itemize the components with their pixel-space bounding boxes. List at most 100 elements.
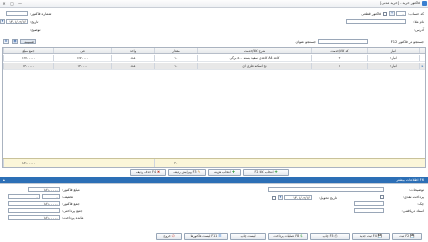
name-field[interactable] (346, 19, 406, 24)
discount-percent-value: ۰ (56, 195, 58, 199)
select-cost-label: انتخاب هزینه (214, 170, 231, 174)
cell-unit[interactable]: عدد (111, 55, 154, 61)
account-lookup-button[interactable]: + (389, 11, 395, 16)
address-field[interactable] (76, 27, 406, 32)
row-indicator (419, 55, 425, 61)
col-total[interactable]: جمع مبلغ (3, 48, 53, 53)
check-label: چک: (417, 202, 424, 206)
notes-field[interactable] (268, 187, 384, 192)
edit-row-button[interactable]: ✎F3 ویرایش ردیف (168, 169, 206, 176)
check-date-checkbox[interactable] (272, 195, 276, 200)
invoice-total-label: جمع فاکتور: (62, 202, 80, 206)
exit-label: خروج (163, 234, 171, 238)
search-input[interactable] (318, 39, 368, 44)
close-button[interactable]: ✕ (0, 1, 8, 6)
table-row-selected[interactable]: ▸ انبار۱ ۱ نخ اسکنه فلزی ای ۱۰ عدد ۱۴۰۰۰… (3, 63, 425, 70)
maximize-button[interactable]: ▢ (8, 1, 16, 6)
cell-item-code[interactable]: ۱ (311, 63, 367, 69)
col-item-desc[interactable]: شرح کالا/خدمت (197, 48, 311, 53)
invoice-amount-label: مبلغ فاکتور: (62, 188, 80, 192)
calendar-icon[interactable]: ▾ (0, 19, 5, 24)
add-item-button[interactable]: ✚انتخاب کالا F2 (243, 169, 289, 176)
row-indicator: ▸ (419, 63, 425, 69)
cell-warehouse[interactable]: انبار۱ (367, 63, 419, 69)
cell-quantity[interactable]: ۱۰ (154, 63, 197, 69)
print-list-label: لیست چاپ (240, 234, 256, 238)
cell-item-desc[interactable]: نخ اسکنه فلزی ای (197, 63, 311, 69)
invoice-number-label: شماره فاکتور: (30, 12, 52, 16)
save-icon: 💾 (410, 234, 415, 238)
date-field[interactable]: ۱۴۰۱/۰۲/۱۶ (6, 19, 28, 24)
money-icon: $ (300, 234, 303, 238)
invoice-list-label: F11 لیست فاکتورها (190, 234, 218, 238)
cell-total[interactable]: ۱۶۷۰۰۰۰۰ (3, 55, 53, 61)
description-field[interactable] (6, 27, 28, 32)
account-code-value: ۰ (402, 12, 404, 16)
discount-percent-field[interactable]: ۰ (42, 194, 60, 199)
app-icon (422, 1, 427, 6)
save-new-button[interactable]: 💾F4 ثبت جدید (352, 233, 390, 240)
check-date-value: ۱۴۰۱/۰۲/۱۶ (293, 196, 310, 200)
check-date-label: تاریخ تحویل: (318, 196, 337, 200)
cash-payment-checkbox[interactable] (380, 195, 384, 199)
excel-icon[interactable]: ▦ (12, 39, 18, 44)
check-amount-field[interactable] (354, 201, 384, 206)
plus-icon: ✚ (231, 170, 235, 174)
search-label: جستجو در فاکتور F12 (390, 40, 424, 44)
invoice-items-grid: انبار کد کالا/خدمت شرح کالا/خدمت مقدار و… (2, 47, 426, 168)
invoice-list-button[interactable]: ☰F11 لیست فاکتورها (184, 233, 228, 240)
remain-value: ۱۸۱۰۰۰۰۰ (43, 216, 58, 220)
window-title: فاکتور خرید - [خرید مدنی] (380, 1, 420, 5)
cell-total[interactable]: ۱۴۰۰۰۰۰ (3, 63, 53, 69)
more-info-title: F6 اطلاعات بیشتر (396, 177, 424, 182)
bank-label: اسناد دریافتنی: (401, 209, 424, 213)
table-row[interactable]: انبار۱ ۲ کاغذ A4 کاغذی سفید بسته ۵۰۰ برگ… (3, 55, 425, 62)
print-label: F5 چاپ (322, 234, 334, 238)
delete-row-button[interactable]: ✖F4 حذف ردیف (130, 169, 166, 176)
calendar-icon[interactable]: ▾ (278, 195, 283, 200)
account-code-field[interactable]: ۰ (396, 11, 406, 16)
save-button[interactable]: 💾F2 ثبت (392, 233, 422, 240)
settings-icon[interactable]: ⚙ (3, 39, 9, 44)
discount-amount-field[interactable]: ۰ (8, 194, 40, 199)
cell-quantity[interactable]: ۱۰ (154, 55, 197, 61)
notes-label: توضیحات: (408, 188, 424, 192)
collapse-icon[interactable]: ▴ (3, 178, 5, 182)
print-button[interactable]: ⎙F5 چاپ (310, 233, 350, 240)
tax-invoice-checkbox[interactable] (383, 11, 387, 16)
attach-label: ضمیمه (24, 40, 34, 44)
cell-item-code[interactable]: ۲ (311, 55, 367, 61)
cell-unit[interactable]: عدد (111, 63, 154, 69)
cell-warehouse[interactable]: انبار۱ (367, 55, 419, 61)
select-cost-button[interactable]: ✚انتخاب هزینه (208, 169, 241, 176)
printer-icon: ⎙ (334, 234, 338, 238)
col-unit[interactable]: واحد (111, 48, 154, 53)
cell-price[interactable]: ۱۶۷۰۰۰۰ (53, 55, 111, 61)
check-date-field[interactable]: ۱۴۰۱/۰۲/۱۶ (284, 195, 312, 200)
plus-icon: ✚ (274, 170, 278, 174)
payment-ops-button[interactable]: $F8 عملیات پرداخت (268, 233, 308, 240)
minimize-button[interactable]: — (16, 1, 24, 6)
discount-label: تخفیف: (62, 195, 74, 199)
col-quantity[interactable]: مقدار (154, 48, 197, 53)
save-new-icon: 💾 (377, 234, 383, 238)
paid-total-label: جمع پرداختی: (62, 209, 83, 213)
remain-field: ۱۸۱۰۰۰۰۰ (8, 215, 60, 220)
tax-invoice-label: فاکتور قطعی (361, 12, 381, 16)
invoice-amount-field: ۱۸۱۰۰۰۰۰ (28, 187, 60, 192)
attach-button[interactable]: ضمیمه (20, 39, 36, 44)
col-price[interactable]: فی (53, 48, 111, 53)
invoice-total-value: ۱۸۱۰۰۰۰۰ (43, 202, 58, 206)
description-label: توضیح: (30, 28, 41, 32)
exit-button[interactable]: ⏻خروج (156, 233, 182, 240)
col-item-code[interactable]: کد کالا/خدمت (311, 48, 367, 53)
print-list-button[interactable]: لیست چاپ (230, 233, 266, 240)
row-number-header (419, 48, 425, 53)
col-warehouse[interactable]: انبار (367, 48, 419, 53)
bank-field[interactable] (354, 208, 384, 213)
cell-item-desc[interactable]: کاغذ A4 کاغذی سفید بسته ۵۰۰ برگی (197, 55, 311, 61)
invoice-number-field[interactable] (6, 11, 28, 16)
save-label: F2 ثبت (399, 234, 410, 238)
cell-price[interactable]: ۱۴۰۰۰۰ (53, 63, 111, 69)
payment-panel: توضیحات: پرداخت نقدی: چک: اسناد دریافتنی… (0, 183, 428, 242)
